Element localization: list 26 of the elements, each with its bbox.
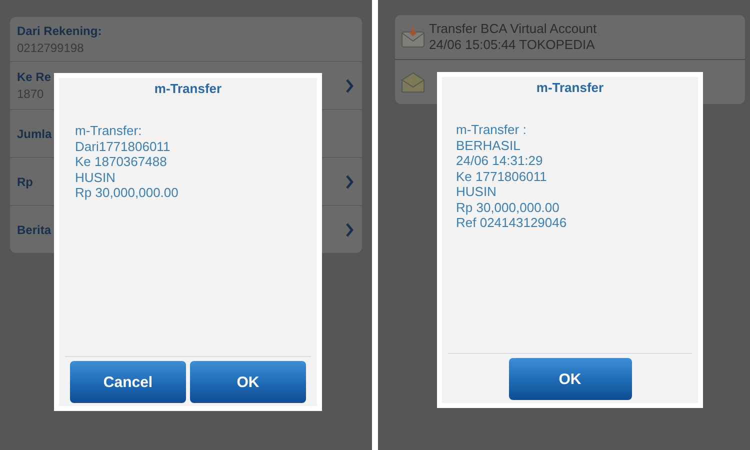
message-text: m-Transfer : bbox=[456, 122, 528, 138]
field-label: Dari Rekening: bbox=[17, 24, 102, 38]
envelope-arrow-icon bbox=[401, 26, 425, 48]
field-label: Jumla bbox=[17, 126, 52, 140]
dialog-button[interactable]: OK bbox=[190, 361, 306, 403]
message-text: Ref 024143129046 bbox=[456, 215, 568, 230]
message-text: HUSIN bbox=[75, 170, 116, 185]
field-label: Berita bbox=[17, 222, 52, 236]
message-text: BERHASIL bbox=[456, 138, 522, 153]
dialog-title: m-Transfer bbox=[153, 80, 223, 96]
message-text: Rp 30,000,000.00 bbox=[456, 200, 560, 215]
message-text: Dari1771806011 bbox=[75, 138, 172, 154]
message-text: 24/06 14:31:29 bbox=[456, 153, 544, 168]
dialog-button[interactable]: Cancel bbox=[70, 361, 186, 403]
message-text: Ke 1870367488 bbox=[75, 154, 168, 170]
message-text: m-Transfer: bbox=[75, 123, 143, 138]
message-text: Ke 1771806011 bbox=[456, 168, 548, 184]
message-text: Rp 30,000,000.00 bbox=[75, 185, 180, 200]
dialog-title: m-Transfer bbox=[535, 79, 605, 95]
envelope-icon bbox=[401, 71, 425, 93]
message-text: HUSIN bbox=[456, 184, 498, 200]
field-label: Ke Re bbox=[17, 70, 52, 84]
dialog-button[interactable]: OK bbox=[508, 358, 632, 400]
history-text: Transfer BCA Virtual Account bbox=[429, 21, 597, 37]
history-text: 24/06 15:05:44 TOKOPEDIA bbox=[429, 37, 596, 53]
field-label: Rp bbox=[17, 174, 33, 188]
